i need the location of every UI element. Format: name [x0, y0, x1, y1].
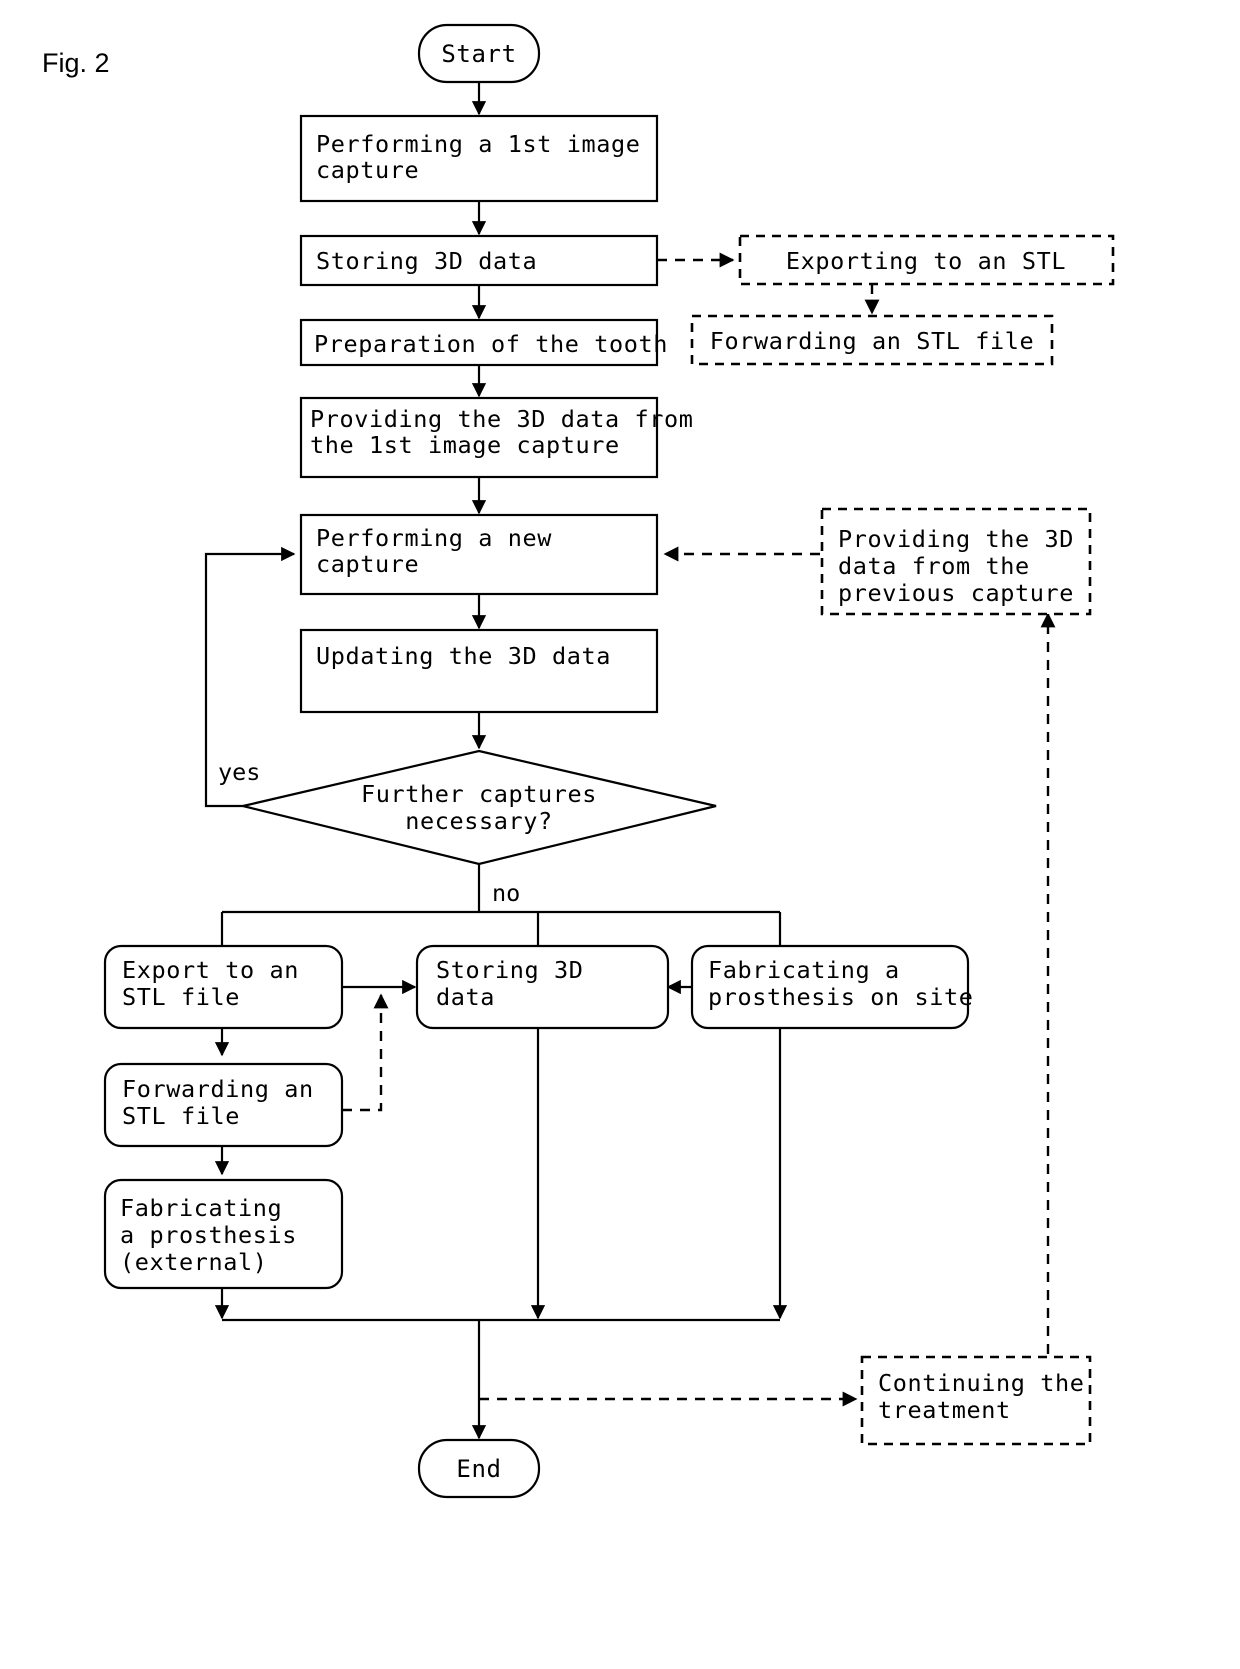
node-end-label: End — [456, 1455, 501, 1483]
node-continuing-treatment[interactable]: Continuing the treatment — [860, 1355, 1092, 1446]
edge-forwarding-bottom-to-storing-2 — [342, 993, 389, 1112]
node-new-capture[interactable]: Performing a new capture — [299, 513, 659, 596]
node-exporting-to-stl[interactable]: Exporting to an STL — [738, 234, 1115, 286]
flowchart-canvas: Start Performing a 1st image capture Stor… — [103, 23, 1115, 1499]
figure-page: Fig. 2 Start Performing a 1st image capt… — [0, 0, 1240, 1669]
node-providing-previous-capture-data[interactable]: Providing the 3D data from the previous ca… — [820, 507, 1092, 616]
node-preparation-of-tooth-label: Preparation of the tooth — [314, 330, 668, 358]
node-start-label: Start — [441, 40, 516, 68]
node-decision-further-captures[interactable]: Further captures necessary? — [242, 749, 717, 866]
edge-label-yes: yes — [218, 758, 260, 786]
node-storing-3d-data-bottom[interactable]: Storing 3D data — [415, 944, 670, 1030]
node-updating-3d-data-label: Updating the 3D data — [316, 642, 611, 670]
node-providing-first-capture-data[interactable]: Providing the 3D data from the 1st image … — [299, 396, 693, 479]
node-storing-3d-data-top-label: Storing 3D data — [316, 247, 537, 275]
node-preparation-of-tooth[interactable]: Preparation of the tooth — [299, 318, 668, 367]
node-exporting-to-stl-label: Exporting to an STL — [786, 247, 1066, 275]
node-forwarding-stl-file-top[interactable]: Forwarding an STL file — [690, 314, 1054, 366]
node-end[interactable]: End — [417, 1438, 541, 1499]
node-forwarding-stl-file-bottom[interactable]: Forwarding an STL file — [103, 1062, 344, 1148]
node-forwarding-stl-file-top-label: Forwarding an STL file — [710, 327, 1034, 355]
node-export-to-stl-file[interactable]: Export to an STL file — [103, 944, 344, 1030]
edge-label-no: no — [492, 879, 520, 907]
node-fabricating-prosthesis-onsite[interactable]: Fabricating a prosthesis on site — [690, 944, 973, 1030]
node-first-capture[interactable]: Performing a 1st image capture — [299, 114, 659, 203]
node-fabricating-prosthesis-external[interactable]: Fabricating a prosthesis (external) — [103, 1178, 344, 1290]
node-updating-3d-data[interactable]: Updating the 3D data — [299, 628, 659, 714]
node-storing-3d-data-top[interactable]: Storing 3D data — [299, 234, 659, 287]
node-start[interactable]: Start — [417, 23, 541, 84]
